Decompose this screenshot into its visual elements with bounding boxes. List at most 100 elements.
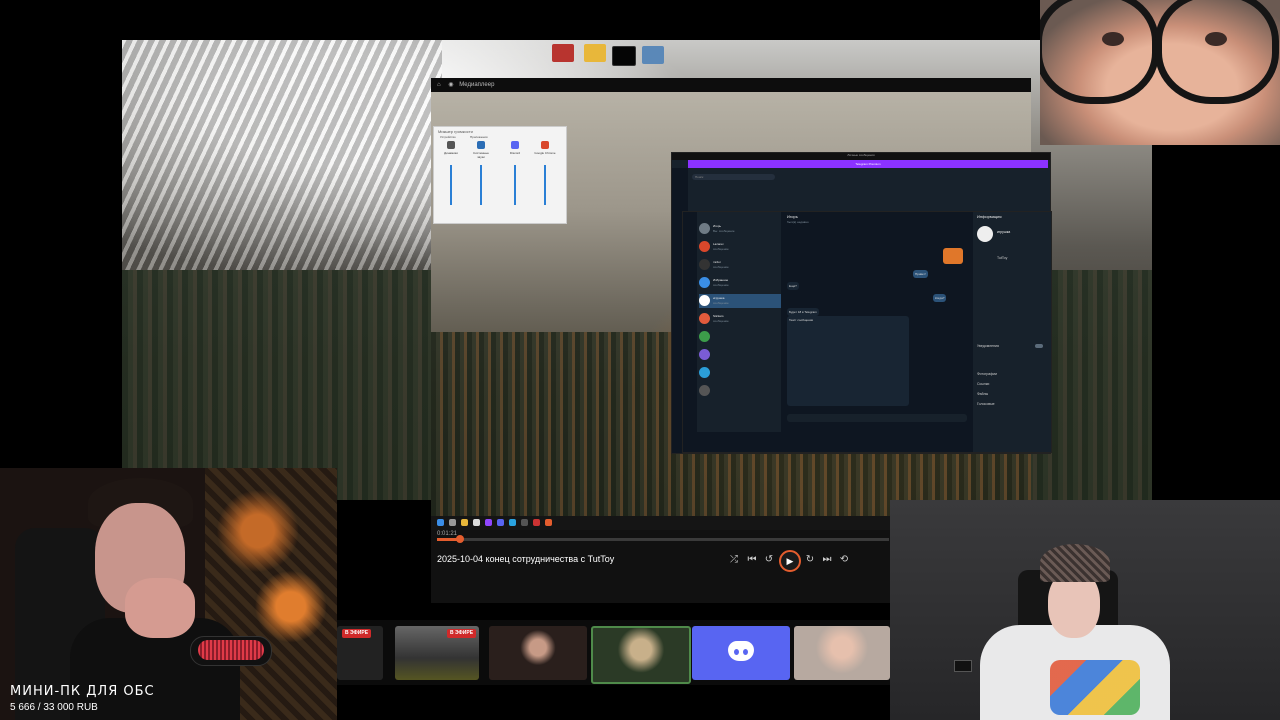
app-icon[interactable] (545, 519, 552, 526)
donation-goal-title: МИНИ-ПК ДЛЯ ОБС (10, 684, 155, 699)
previous-icon[interactable]: ⏮ (745, 554, 759, 565)
bookmark-icon (699, 277, 710, 288)
message-bubble-out[interactable]: Привет! (913, 270, 928, 278)
search-input[interactable]: Поиск (692, 174, 775, 180)
forward-icon[interactable]: ↻ (803, 554, 817, 565)
mixer-channel[interactable]: Динамики (440, 139, 462, 221)
list-item[interactable] (699, 330, 781, 344)
discord-eye (734, 649, 739, 655)
discord-icon (728, 641, 754, 661)
telegram-icon[interactable] (509, 519, 516, 526)
glasses-left-lens (1040, 0, 1159, 104)
player-app-title: Медиаплеер (459, 82, 495, 88)
volume-mixer-window: Микшер громкости Устройство Приложения Д… (433, 126, 567, 224)
list-item[interactable]: Игорь Вы: сообщение (699, 222, 781, 236)
donation-goal-progress: 5 666 / 33 000 RUB (10, 702, 98, 713)
avatar (699, 259, 710, 270)
player-app-icon: ◉ (448, 82, 454, 88)
shuffle-icon[interactable]: ⤮ (727, 554, 741, 565)
microphone-light (198, 640, 264, 660)
info-tab[interactable]: Фотографии (977, 372, 997, 376)
list-item[interactable] (699, 384, 781, 398)
avatar (699, 331, 710, 342)
windows-start-icon[interactable] (437, 519, 444, 526)
chat-header-status: был(а) недавно (787, 220, 809, 224)
chat-preview: сообщение (713, 319, 729, 323)
volume-slider[interactable] (544, 165, 546, 205)
shirt-print (1050, 660, 1140, 715)
repeat-icon[interactable]: ⟲ (837, 554, 851, 565)
chat-area: Игорь был(а) недавно Привет! Ещё? Когда?… (783, 212, 971, 432)
discord-icon[interactable] (497, 519, 504, 526)
list-item[interactable]: Lazarev сообщение (699, 240, 781, 254)
premium-banner[interactable]: Telegram Premium (688, 160, 1048, 168)
mixer-channel[interactable]: Google Chrome (534, 139, 556, 221)
video-title: 2025-10-04 конец сотрудничества с TutToy (437, 554, 615, 564)
list-item[interactable] (699, 348, 781, 362)
player-titlebar: ⌂ ◉ Медиаплеер (431, 78, 1031, 92)
chrome-icon[interactable] (473, 519, 480, 526)
mixer-channel[interactable]: Discord (504, 139, 526, 221)
image-file-icon[interactable] (642, 46, 664, 64)
black-file-icon[interactable] (612, 46, 636, 66)
list-item[interactable]: Избранное сообщение (699, 276, 781, 290)
list-item[interactable]: mrdoi сообщение (699, 258, 781, 272)
notifications-toggle[interactable] (1035, 344, 1043, 348)
stream-tile[interactable] (794, 626, 890, 680)
avatar (699, 223, 710, 234)
folder-icon[interactable] (461, 519, 468, 526)
next-icon[interactable]: ⏭ (820, 554, 834, 565)
volume-slider[interactable] (480, 165, 482, 205)
discord-tile[interactable] (692, 626, 790, 680)
chat-name: Избранное (713, 278, 729, 282)
info-tab[interactable]: Голосовые (977, 402, 995, 406)
message-bubble-in[interactable]: Текст сообщения (787, 316, 909, 406)
chat-info-panel: Информация игрушка TutToy Уведомления Фо… (973, 212, 1051, 452)
mixer-channel-label: Google Chrome (534, 151, 556, 155)
chat-name: Игорь (713, 224, 722, 228)
sticker-image[interactable] (943, 248, 963, 264)
streamer-hand (125, 578, 195, 638)
app-icon[interactable] (533, 519, 540, 526)
playback-time: 0:01:21 (437, 531, 458, 537)
home-icon[interactable]: ⌂ (431, 82, 441, 88)
avatar (699, 385, 710, 396)
stream-tile[interactable] (489, 626, 587, 680)
avatar (699, 295, 710, 306)
chat-name: Lazarev (713, 242, 724, 246)
avatar (699, 367, 710, 378)
seek-bar-knob[interactable] (455, 535, 464, 543)
info-link[interactable]: TutToy (997, 256, 1007, 260)
folder-icon[interactable] (584, 44, 606, 62)
seek-bar[interactable] (437, 535, 889, 543)
mixer-channel-label: Системные звуки (473, 151, 489, 159)
stream-tile-selected[interactable] (591, 626, 691, 684)
message-bubble-in[interactable]: Будет 18 в Telegram (787, 308, 819, 316)
play-button[interactable]: ▶ (779, 550, 801, 572)
info-tab[interactable]: Файлы (977, 392, 988, 396)
winrar-icon[interactable] (552, 44, 574, 62)
info-name: игрушка (997, 230, 1011, 234)
list-item-active[interactable]: игрушка сообщение (699, 294, 781, 308)
message-input[interactable] (787, 414, 967, 422)
discord-icon (511, 141, 519, 149)
message-bubble-out[interactable]: Когда? (933, 294, 947, 302)
chat-preview: сообщение (713, 283, 729, 287)
list-item[interactable]: Stickers сообщение (699, 312, 781, 326)
telegram-window: Личные сообщения Telegram Premium Поиск … (671, 152, 1052, 454)
volume-slider[interactable] (450, 165, 452, 205)
message-bubble-in[interactable]: Ещё? (787, 282, 799, 290)
discord-eye (743, 649, 748, 655)
app-icon[interactable] (521, 519, 528, 526)
chat-preview: сообщение (713, 247, 729, 251)
twitch-icon[interactable] (485, 519, 492, 526)
mixer-channel[interactable]: Системные звуки (470, 139, 492, 221)
volume-slider[interactable] (514, 165, 516, 205)
rewind-icon[interactable]: ↺ (762, 554, 776, 565)
person-cap (1040, 544, 1110, 582)
wallpaper-snow (122, 40, 442, 270)
info-tab[interactable]: Ссылки (977, 382, 989, 386)
list-item[interactable] (699, 366, 781, 380)
chat-list: Игорь Вы: сообщение Lazarev сообщение mr… (697, 212, 781, 432)
search-icon[interactable] (449, 519, 456, 526)
